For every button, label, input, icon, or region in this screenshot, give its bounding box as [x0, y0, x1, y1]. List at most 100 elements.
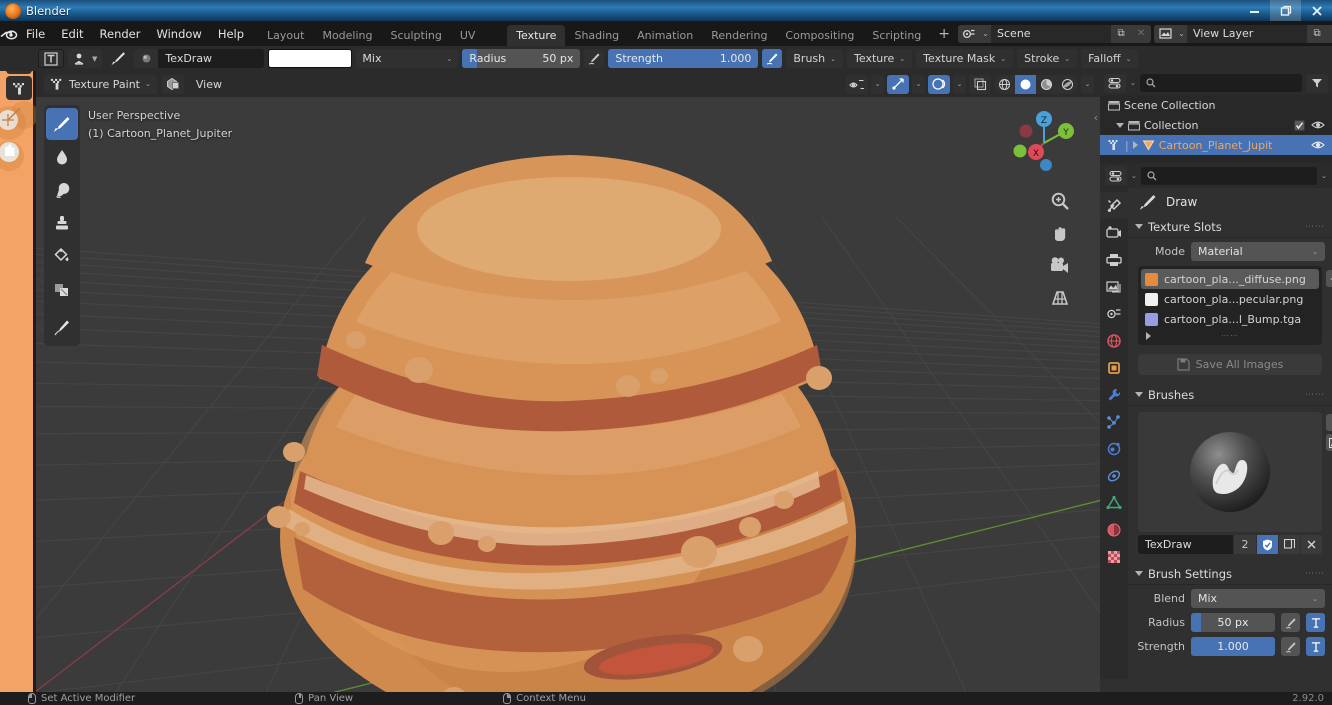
- gizmo-icon[interactable]: [887, 74, 909, 94]
- overlays-dropdown-chevron-down-icon[interactable]: ⌄: [953, 74, 966, 94]
- brushes-panel-header[interactable]: Brushes ⋯⋯: [1128, 384, 1332, 406]
- chevron-down-icon[interactable]: ⌄: [1130, 79, 1136, 87]
- texture-slot-item[interactable]: cartoon_pla..._diffuse.png: [1141, 269, 1319, 289]
- smear-tool-button[interactable]: [46, 174, 78, 206]
- strength-slider[interactable]: 1.000: [1191, 637, 1275, 656]
- interaction-mode-selector[interactable]: Texture Paint ⌄: [44, 74, 157, 94]
- view-layer-selector[interactable]: ⌄ View Layer ⧉ ✕: [1154, 24, 1332, 43]
- menu-window[interactable]: Window: [148, 25, 209, 43]
- visibility-dropdown-chevron-down-icon[interactable]: ⌄: [871, 74, 884, 94]
- fake-user-shield-icon[interactable]: [1257, 535, 1278, 554]
- strength-unified-toggle[interactable]: [1306, 637, 1325, 656]
- menu-edit[interactable]: Edit: [53, 25, 91, 43]
- blend-select[interactable]: Mix ⌄: [1191, 589, 1325, 608]
- radius-slider[interactable]: 50 px: [1191, 613, 1275, 632]
- stroke-popover[interactable]: Stroke ⌄: [1017, 49, 1078, 68]
- texture-slot-item[interactable]: cartoon_pla...pecular.png: [1141, 289, 1319, 309]
- chevron-down-icon[interactable]: ⌄: [1131, 172, 1137, 180]
- blender-logo-icon[interactable]: [0, 21, 18, 46]
- texture-slot-item[interactable]: cartoon_pla...l_Bump.tga: [1141, 309, 1319, 329]
- radius-pressure-toggle[interactable]: [1281, 613, 1300, 632]
- duplicate-brush-icon[interactable]: [1279, 535, 1300, 554]
- texture-popover[interactable]: Texture ⌄: [847, 49, 913, 68]
- close-button[interactable]: [1301, 0, 1332, 21]
- gizmo-dropdown-chevron-down-icon[interactable]: ⌄: [912, 74, 925, 94]
- sidebar-collapse-arrow[interactable]: ‹: [1094, 111, 1098, 124]
- tab-sculpting[interactable]: Sculpting: [382, 25, 451, 46]
- tool-settings-editor-icon[interactable]: [38, 49, 64, 68]
- brush-tool-icon[interactable]: ▼: [68, 49, 103, 68]
- new-scene-button[interactable]: ⧉: [1111, 24, 1132, 43]
- data-tab[interactable]: [1100, 489, 1128, 516]
- brush-data-selector[interactable]: TexDraw: [134, 49, 265, 68]
- rendered-shading-button[interactable]: [1057, 75, 1078, 94]
- brush-settings-panel-header[interactable]: Brush Settings ⋯⋯: [1128, 563, 1332, 585]
- tool-tab[interactable]: [1100, 192, 1128, 219]
- texture-slot-list[interactable]: cartoon_pla..._diffuse.png cartoon_pla..…: [1138, 266, 1332, 345]
- radius-slider[interactable]: Radius 50 px: [462, 49, 581, 68]
- radius-unified-toggle[interactable]: [1306, 613, 1325, 632]
- visibility-eye-icon[interactable]: [1311, 120, 1325, 130]
- filter-icon[interactable]: [1306, 73, 1328, 93]
- mask-tool-button[interactable]: [46, 273, 78, 305]
- unlink-scene-button[interactable]: ✕: [1131, 24, 1152, 43]
- tab-shading[interactable]: Shading: [565, 25, 628, 46]
- tab-scripting[interactable]: Scripting: [863, 25, 930, 46]
- properties-search-input[interactable]: [1140, 166, 1318, 185]
- brush-popover[interactable]: Brush ⌄: [786, 49, 844, 68]
- xray-toggle-icon[interactable]: [969, 74, 991, 94]
- close-icon[interactable]: [1301, 535, 1322, 554]
- texture-mask-popover[interactable]: Texture Mask ⌄: [916, 49, 1014, 68]
- texture-slots-panel-header[interactable]: Texture Slots ⋯⋯: [1128, 216, 1332, 238]
- soften-tool-button[interactable]: [46, 141, 78, 173]
- texture-paint-mode-icon[interactable]: [6, 76, 32, 100]
- modifier-tab[interactable]: [1100, 381, 1128, 408]
- object-types-visibility-icon[interactable]: [846, 74, 868, 94]
- overlays-icon[interactable]: [928, 74, 950, 94]
- strength-pressure-toggle[interactable]: [762, 49, 783, 68]
- add-workspace-button[interactable]: +: [930, 25, 958, 46]
- scene-tab[interactable]: [1100, 300, 1128, 327]
- tab-compositing[interactable]: Compositing: [776, 25, 863, 46]
- pan-view-button[interactable]: [1048, 221, 1072, 245]
- texture-slots-mode-select[interactable]: Material ⌄: [1191, 242, 1325, 261]
- browse-brush-chevron-down-icon[interactable]: ⌄: [1326, 414, 1332, 431]
- list-resize-grip[interactable]: ⋯⋯: [1221, 331, 1239, 340]
- shading-dropdown-chevron-down-icon[interactable]: ⌄: [1081, 74, 1094, 94]
- world-tab[interactable]: [1100, 327, 1128, 354]
- brush-color-swatch[interactable]: [268, 49, 353, 68]
- 3d-viewport[interactable]: User Perspective (1) Cartoon_Planet_Jupi…: [36, 97, 1100, 692]
- outliner-row-scene-collection[interactable]: Scene Collection: [1100, 95, 1332, 115]
- physics-tab[interactable]: [1100, 435, 1128, 462]
- scene-name[interactable]: Scene: [991, 25, 1111, 43]
- wireframe-shading-button[interactable]: [994, 75, 1015, 94]
- view-layer-name[interactable]: View Layer: [1187, 25, 1307, 43]
- radius-pressure-toggle[interactable]: [584, 49, 605, 68]
- falloff-popover[interactable]: Falloff ⌄: [1081, 49, 1139, 68]
- solid-shading-button[interactable]: [1015, 74, 1036, 94]
- draw-tool-button[interactable]: [46, 108, 78, 140]
- menu-render[interactable]: Render: [92, 25, 149, 43]
- brush-name-field[interactable]: TexDraw: [1138, 535, 1233, 554]
- blend-mode-select[interactable]: Mix ⌄: [356, 49, 459, 68]
- add-texture-slot-button[interactable]: +: [1326, 270, 1332, 287]
- visibility-eye-icon[interactable]: [1311, 140, 1325, 150]
- brush-users-count[interactable]: 2: [1234, 535, 1256, 554]
- disclosure-triangle-icon[interactable]: [1116, 122, 1124, 128]
- save-all-images-button[interactable]: Save All Images: [1138, 354, 1322, 375]
- minimize-button[interactable]: [1239, 0, 1270, 21]
- tab-rendering[interactable]: Rendering: [702, 25, 776, 46]
- tab-animation[interactable]: Animation: [628, 25, 702, 46]
- particles-tab[interactable]: [1100, 408, 1128, 435]
- tab-modeling[interactable]: Modeling: [313, 25, 381, 46]
- scene-selector[interactable]: ⌄ Scene ⧉ ✕: [958, 24, 1152, 43]
- view-layer-tab[interactable]: [1100, 273, 1128, 300]
- tab-texture-paint[interactable]: Texture Paint: [507, 25, 566, 63]
- zoom-view-button[interactable]: [1048, 189, 1072, 213]
- properties-filter-chevron-down-icon[interactable]: ⌄: [1321, 172, 1327, 180]
- outliner-display-mode-icon[interactable]: [1104, 73, 1126, 93]
- clone-tool-button[interactable]: [46, 207, 78, 239]
- brush-icon[interactable]: [106, 50, 130, 68]
- material-preview-shading-button[interactable]: [1036, 75, 1057, 94]
- slot-list-expand-icon[interactable]: [1146, 332, 1151, 340]
